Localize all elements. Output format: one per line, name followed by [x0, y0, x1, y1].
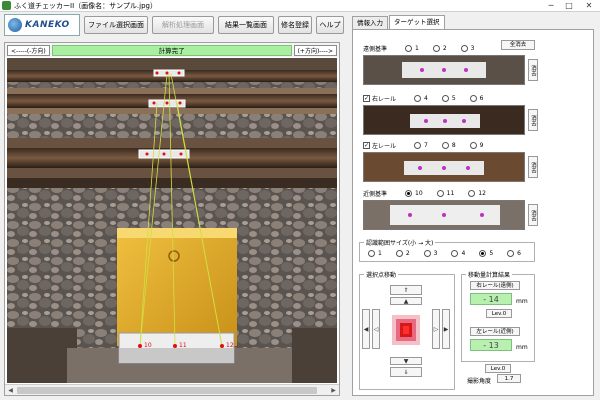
range-option-6[interactable]: 6: [507, 250, 521, 257]
left-rail-thumbnail[interactable]: [363, 152, 525, 182]
right-rail-checkbox[interactable]: ✓: [363, 95, 370, 102]
marker-label-10: 10: [144, 342, 152, 349]
range-option-5[interactable]: 5: [479, 250, 493, 257]
move-up-button[interactable]: ▲: [390, 297, 422, 305]
right-rail-clear-button[interactable]: 消去: [528, 109, 538, 131]
left-rail-near-label: 左レール(近側): [470, 327, 520, 336]
move-result-group: 移動量計算結果 右レール(遠側) - 14 mm Lev.0 左レール(近側) …: [461, 270, 535, 362]
far-ref-row: 遠側基準 1 2 3: [363, 45, 475, 53]
near-ref-clear-button[interactable]: 消去: [528, 204, 538, 226]
rail-photo-graphic: [7, 58, 337, 383]
option-8[interactable]: 8: [441, 142, 456, 149]
option-7[interactable]: 7: [414, 142, 428, 149]
close-icon[interactable]: ✕: [578, 0, 600, 12]
minus-direction-button[interactable]: <-----(-方向): [7, 44, 50, 56]
left-move-value: - 13: [470, 339, 512, 351]
right-rail-far-label: 右レール(遠側): [470, 281, 520, 290]
app-icon: [2, 1, 11, 10]
move-down-down-button[interactable]: ⇓: [390, 367, 422, 377]
kaneko-logo: KANEKO: [4, 14, 80, 36]
tab-target-select[interactable]: ターゲット選択: [389, 15, 445, 29]
status-indicator: 計算完了: [51, 44, 292, 56]
zoom-preview: [382, 307, 430, 353]
image-panel: <-----(-方向) 計算完了 (+方向)----> 10 11 12 ◀ ▶: [4, 42, 340, 396]
left-lev: Lev.0: [485, 364, 511, 373]
select-move-group: 選択点移動 ⇑ ▲ ◀ ◁ ▷ ▶ ▼ ⇓: [359, 270, 455, 390]
left-rail-row: ✓ 左レール 7 8 9: [363, 142, 484, 150]
far-ref-thumbnail[interactable]: [363, 55, 525, 85]
results-button[interactable]: 結果一覧画面: [218, 16, 274, 34]
marker-label-11: 11: [179, 342, 187, 349]
horizontal-scrollbar[interactable]: ◀ ▶: [5, 384, 339, 395]
marker-label-12: 12: [226, 342, 234, 349]
move-left-button[interactable]: ◁: [372, 309, 380, 349]
option-6[interactable]: 6: [469, 95, 484, 102]
near-ref-thumbnail[interactable]: [363, 200, 525, 230]
right-move-value: - 14: [470, 293, 512, 305]
search-range-group: 認識範囲サイズ(小 → 大) 1 2 3 4 5 6: [359, 238, 535, 262]
plus-direction-button[interactable]: (+方向)---->: [293, 44, 337, 56]
help-button[interactable]: ヘルプ: [316, 16, 344, 34]
option-1[interactable]: 1: [405, 45, 419, 52]
option-11[interactable]: 11: [436, 190, 454, 197]
move-left-left-button[interactable]: ◀: [362, 309, 370, 349]
left-rail-checkbox[interactable]: ✓: [363, 142, 370, 149]
move-right-button[interactable]: ▷: [432, 309, 440, 349]
range-option-2[interactable]: 2: [395, 250, 410, 257]
scroll-left-icon[interactable]: ◀: [6, 386, 15, 395]
option-3[interactable]: 3: [460, 45, 475, 52]
move-down-button[interactable]: ▼: [390, 357, 422, 365]
option-4[interactable]: 4: [414, 95, 428, 102]
analysis-button[interactable]: 解析処理画面: [152, 16, 214, 34]
option-5[interactable]: 5: [441, 95, 456, 102]
clear-all-button[interactable]: 全消去: [501, 40, 535, 50]
rename-button[interactable]: 修名登録: [278, 16, 312, 34]
move-right-right-button[interactable]: ▶: [442, 309, 450, 349]
option-9[interactable]: 9: [469, 142, 484, 149]
range-option-1[interactable]: 1: [368, 250, 382, 257]
minimize-icon[interactable]: ─: [542, 0, 560, 12]
tab-strip: 情報入力 ターゲット選択: [352, 15, 446, 29]
range-option-4[interactable]: 4: [451, 250, 465, 257]
navigation-bar: <-----(-方向) 計算完了 (+方向)---->: [5, 43, 339, 57]
option-10[interactable]: 10: [405, 190, 423, 197]
right-lev: Lev.0: [486, 309, 512, 318]
window-title: ふく道チェッカーII（画像名：サンプル.jpg）: [14, 1, 157, 10]
target-select-panel: 遠側基準 1 2 3 全消去 消去 ✓ 右レール 4 5 6 消去 ✓ 左レール…: [352, 29, 594, 396]
tab-info-input[interactable]: 情報入力: [352, 16, 388, 29]
title-bar: ふく道チェッカーII（画像名：サンプル.jpg） ─ □ ✕: [0, 0, 600, 12]
far-ref-clear-button[interactable]: 消去: [528, 59, 538, 81]
rail-photo[interactable]: 10 11 12: [7, 58, 337, 383]
right-rail-thumbnail[interactable]: [363, 105, 525, 135]
option-2[interactable]: 2: [432, 45, 447, 52]
option-12[interactable]: 12: [468, 190, 486, 197]
right-rail-row: ✓ 右レール 4 5 6: [363, 95, 484, 103]
scroll-right-icon[interactable]: ▶: [329, 386, 338, 395]
file-select-button[interactable]: ファイル選択画面: [84, 16, 148, 34]
left-rail-clear-button[interactable]: 消去: [528, 156, 538, 178]
scroll-thumb[interactable]: [17, 387, 317, 394]
angle-value: 1.7: [497, 374, 521, 383]
move-up-up-button[interactable]: ⇑: [390, 285, 422, 295]
near-ref-row: 近側基準 10 11 12: [363, 190, 486, 198]
logo-mark-icon: [8, 18, 22, 32]
maximize-icon[interactable]: □: [560, 0, 578, 12]
angle-label: 撮影角度: [467, 378, 492, 385]
range-option-3[interactable]: 3: [423, 250, 437, 257]
